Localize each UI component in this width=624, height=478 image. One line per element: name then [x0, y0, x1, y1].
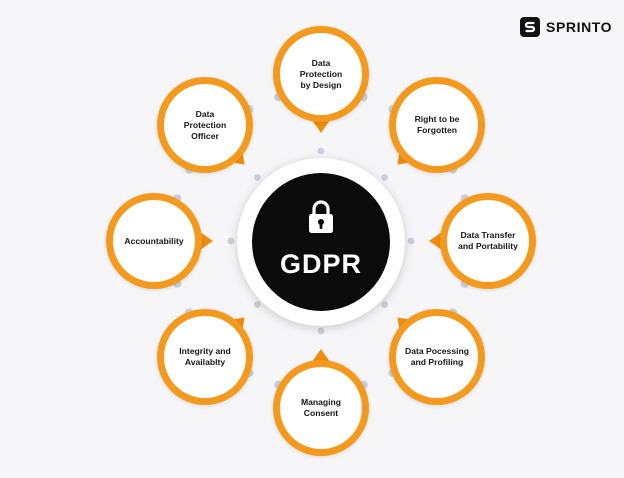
principle-node-dpo: Data Protection Officer [157, 77, 253, 173]
node-label: Data Transfer and Portability [458, 230, 518, 251]
principle-node-accountability: Accountability [106, 193, 202, 289]
node-label: Data Pocessing and Profiling [405, 346, 469, 367]
principle-node-managing-consent: Managing Consent [273, 360, 369, 456]
node-label: Data Protection by Design [299, 57, 343, 90]
hub-dot [253, 173, 261, 181]
hub-title: GDPR [279, 249, 362, 279]
gdpr-infographic: SPRINTO GDPR Data Protection by Design R… [0, 0, 624, 478]
sprinto-s-icon [520, 17, 540, 37]
node-label: Accountability [124, 235, 184, 246]
node-label: Integrity and Availablty [179, 346, 231, 367]
node-label: Right to be Forgotten [414, 114, 460, 135]
hub-dot [381, 173, 389, 181]
hub-dot [317, 327, 325, 335]
principle-node-data-processing: Data Pocessing and Profiling [389, 309, 485, 405]
hub-dot [381, 301, 389, 309]
principle-node-data-transfer: Data Transfer and Portability [440, 193, 536, 289]
gdpr-hub: GDPR [237, 158, 405, 326]
padlock-icon [306, 199, 336, 240]
sprinto-logo: SPRINTO [520, 17, 612, 37]
node-label: Managing Consent [300, 397, 342, 418]
brand-name: SPRINTO [546, 19, 613, 35]
hub-dot [407, 237, 415, 245]
hub-inner-circle: GDPR [252, 173, 390, 311]
hub-dot [317, 147, 325, 155]
principle-node-data-protection-by-design: Data Protection by Design [273, 26, 369, 122]
node-label: Data Protection Officer [183, 108, 227, 141]
principle-node-integrity: Integrity and Availablty [157, 309, 253, 405]
hub-dot [227, 237, 235, 245]
hub-dot [253, 301, 261, 309]
principle-node-right-to-be-forgotten: Right to be Forgotten [389, 77, 485, 173]
